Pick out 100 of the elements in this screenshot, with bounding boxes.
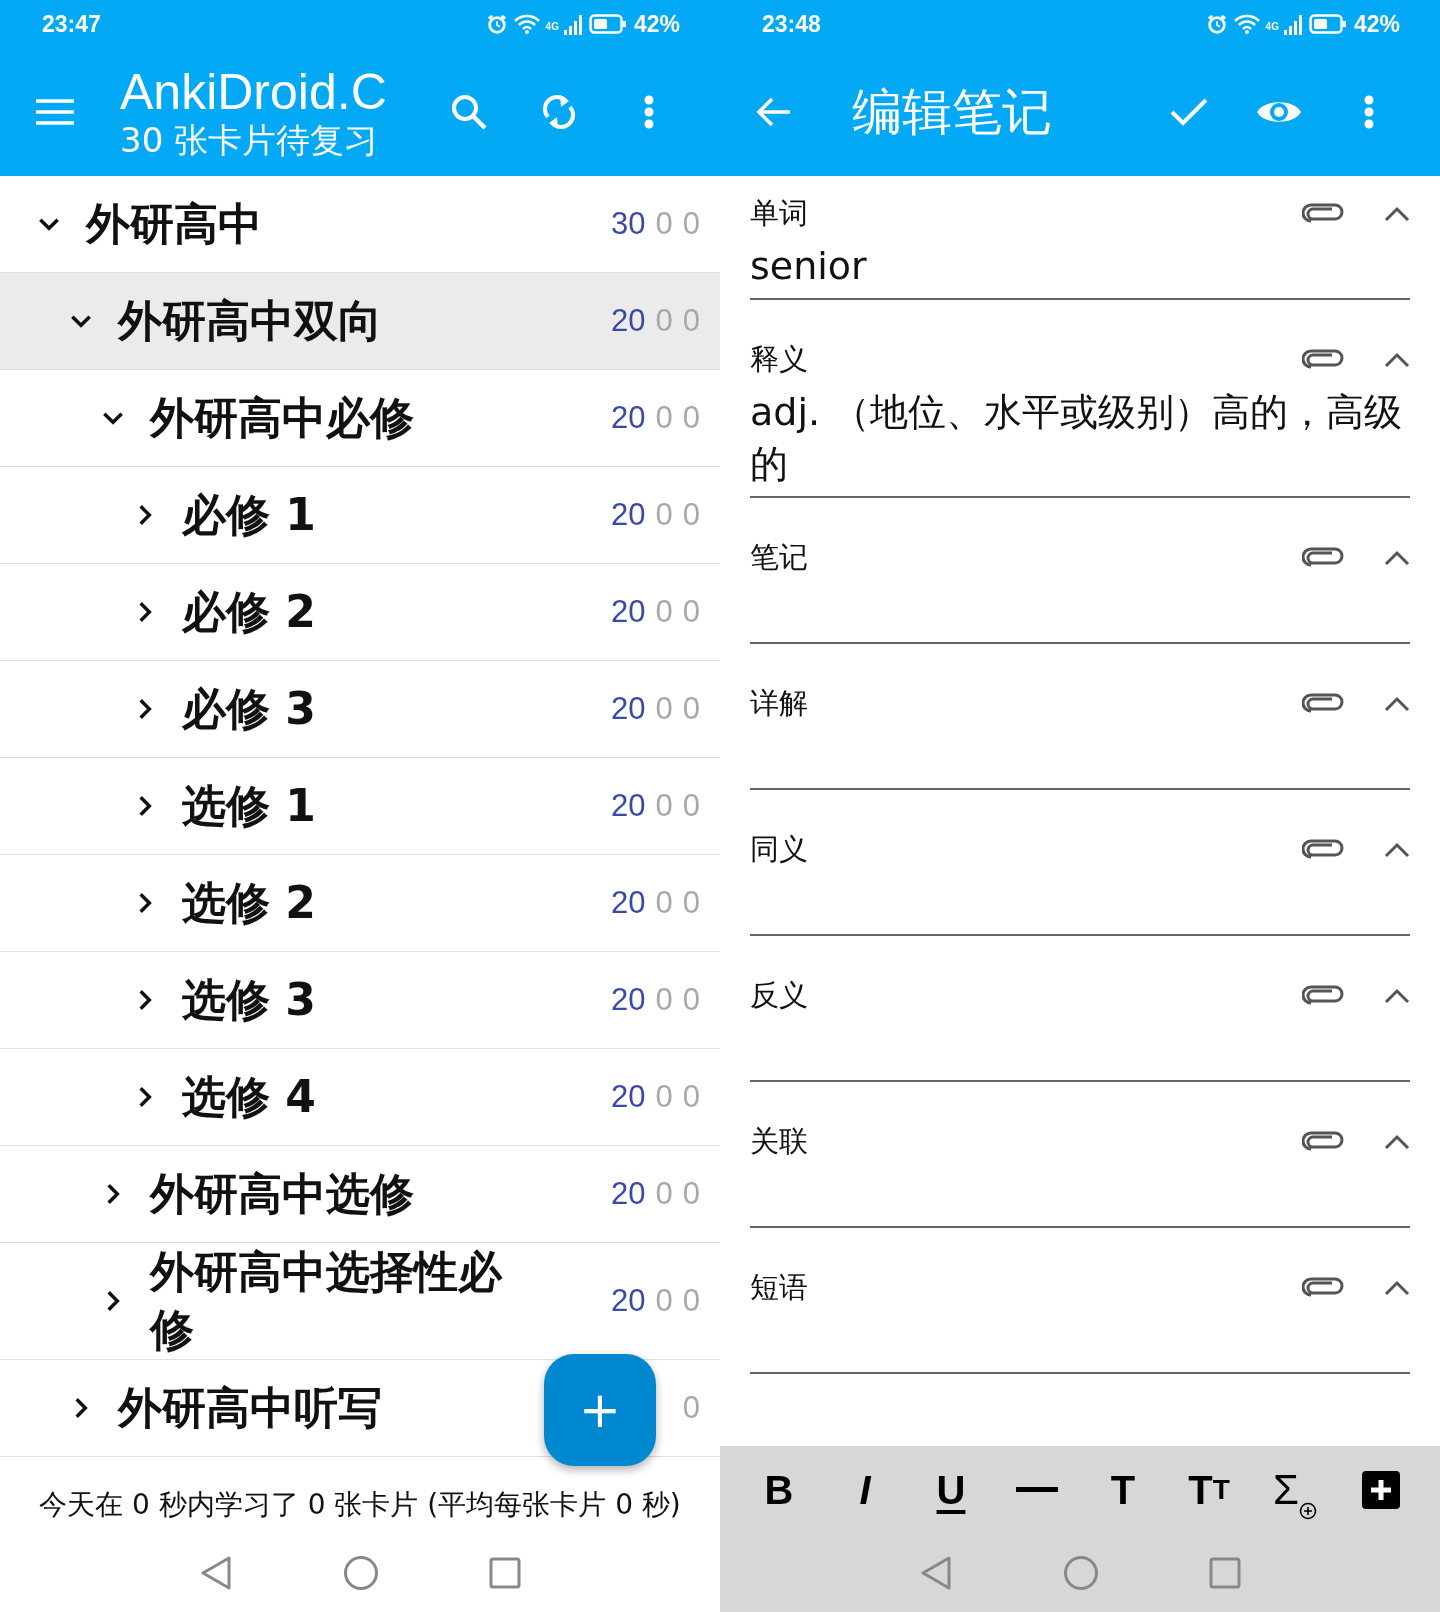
- back-arrow-icon[interactable]: [756, 96, 792, 128]
- underline-button[interactable]: U: [921, 1460, 981, 1520]
- due-count: 30: [611, 206, 646, 242]
- collapse-chevron-icon[interactable]: [1384, 352, 1410, 368]
- learning-count: 0: [682, 303, 700, 339]
- paperclip-icon[interactable]: [1302, 985, 1344, 1007]
- collapse-chevron-icon[interactable]: [1384, 1134, 1410, 1150]
- collapse-chevron-icon[interactable]: [1384, 842, 1410, 858]
- network-type: 4G: [1265, 20, 1279, 32]
- heading-button[interactable]: T: [1093, 1460, 1153, 1520]
- bold-button[interactable]: B: [749, 1460, 809, 1520]
- due-count: 20: [611, 788, 646, 824]
- due-count: 20: [611, 400, 646, 436]
- due-count: 20: [611, 1176, 646, 1212]
- new-count: 0: [655, 400, 673, 436]
- due-count: 20: [611, 885, 646, 921]
- new-count: 0: [655, 982, 673, 1018]
- deck-name: 选修 3: [182, 973, 317, 1027]
- deck-row[interactable]: 外研高中双向 20 0 0: [0, 273, 720, 370]
- field-label: 短语: [750, 1269, 809, 1306]
- field-label: 同义: [750, 831, 809, 868]
- learning-count: 0: [682, 206, 700, 242]
- field-label: 详解: [750, 685, 809, 722]
- app-title: AnkiDroid.C: [120, 64, 388, 120]
- deck-name: 外研高中选择性必修: [150, 1245, 504, 1357]
- battery-icon: [1308, 13, 1347, 35]
- status-time: 23:47: [42, 10, 101, 38]
- paperclip-icon[interactable]: [1302, 693, 1344, 715]
- status-time: 23:48: [762, 10, 821, 38]
- field-input[interactable]: adj. （地位、水平或级别）高的，高级的: [750, 380, 1410, 498]
- paperclip-icon[interactable]: [1302, 203, 1344, 225]
- due-count: 20: [611, 594, 646, 630]
- back-nav-icon[interactable]: [199, 1555, 233, 1591]
- wifi-icon: [1232, 13, 1261, 35]
- new-count: 0: [655, 885, 673, 921]
- deck-name: 选修 1: [182, 779, 317, 833]
- collapse-chevron-icon[interactable]: [1384, 696, 1410, 712]
- paperclip-icon[interactable]: [1302, 839, 1344, 861]
- math-button[interactable]: Σ: [1265, 1460, 1325, 1520]
- paperclip-icon[interactable]: [1302, 349, 1344, 371]
- learning-count: 0: [682, 1176, 700, 1212]
- due-count: 20: [611, 691, 646, 727]
- deck-name: 必修 1: [182, 488, 317, 542]
- home-nav-icon[interactable]: [343, 1555, 379, 1591]
- field-label: 关联: [750, 1123, 809, 1160]
- collapse-chevron-icon[interactable]: [1384, 1280, 1410, 1296]
- recents-nav-icon[interactable]: [489, 1557, 521, 1589]
- deck-name: 外研高中: [86, 197, 263, 251]
- new-count: 0: [655, 1283, 673, 1319]
- deck-name: 选修 4: [182, 1070, 317, 1124]
- paperclip-icon[interactable]: [1302, 547, 1344, 569]
- signal-icon: [1283, 13, 1304, 35]
- learning-count: 0: [682, 982, 700, 1018]
- paperclip-icon[interactable]: [1302, 1131, 1344, 1153]
- field-label: 反义: [750, 977, 809, 1014]
- deck-name: 必修 3: [182, 682, 317, 736]
- study-summary: 今天在 0 秒内学习了 0 张卡片 (平均每张卡片 0 秒): [38, 1487, 682, 1523]
- field-input[interactable]: senior: [750, 234, 1410, 300]
- font-size-button[interactable]: TT: [1179, 1460, 1239, 1520]
- battery-icon: [588, 13, 627, 35]
- learning-count: 0: [682, 788, 700, 824]
- menu-icon[interactable]: [36, 98, 74, 126]
- deck-name: 外研高中听写: [118, 1381, 383, 1435]
- field-label: 单词: [750, 195, 809, 232]
- deck-name: 外研高中必修: [150, 391, 415, 445]
- new-count: 0: [655, 1176, 673, 1212]
- paperclip-icon[interactable]: [1302, 1277, 1344, 1299]
- deck-name: 外研高中选修: [150, 1167, 415, 1221]
- collapse-chevron-icon[interactable]: [1384, 550, 1410, 566]
- new-count: 0: [655, 497, 673, 533]
- learning-count: 0: [682, 1390, 700, 1426]
- circled-plus-icon: [1299, 1502, 1317, 1520]
- screen-title: 编辑笔记: [852, 81, 1053, 143]
- battery-percent: 42%: [1353, 10, 1400, 38]
- collapse-chevron-icon[interactable]: [1384, 988, 1410, 1004]
- due-count: 20: [611, 303, 646, 339]
- due-count: 20: [611, 982, 646, 1018]
- due-count: 20: [611, 1283, 646, 1319]
- deck-name: 选修 2: [182, 876, 317, 930]
- battery-percent: 42%: [633, 10, 680, 38]
- new-count: 0: [655, 691, 673, 727]
- due-summary: 30 张卡片待复习: [120, 120, 380, 160]
- learning-count: 0: [682, 691, 700, 727]
- wifi-icon: [512, 13, 541, 35]
- new-count: 0: [655, 303, 673, 339]
- deck-name: 外研高中双向: [118, 294, 383, 348]
- learning-count: 0: [682, 1079, 700, 1115]
- learning-count: 0: [682, 497, 700, 533]
- due-count: 20: [611, 1079, 646, 1115]
- due-count: 20: [611, 497, 646, 533]
- signal-icon: [563, 13, 584, 35]
- add-fab[interactable]: +: [544, 1354, 656, 1466]
- collapse-chevron-icon[interactable]: [1384, 206, 1410, 222]
- field-label: 释义: [750, 341, 809, 378]
- new-count: 0: [655, 788, 673, 824]
- network-type: 4G: [545, 20, 559, 32]
- italic-button[interactable]: I: [835, 1460, 895, 1520]
- learning-count: 0: [682, 400, 700, 436]
- new-count: 0: [655, 1079, 673, 1115]
- alarm-icon: [485, 13, 508, 35]
